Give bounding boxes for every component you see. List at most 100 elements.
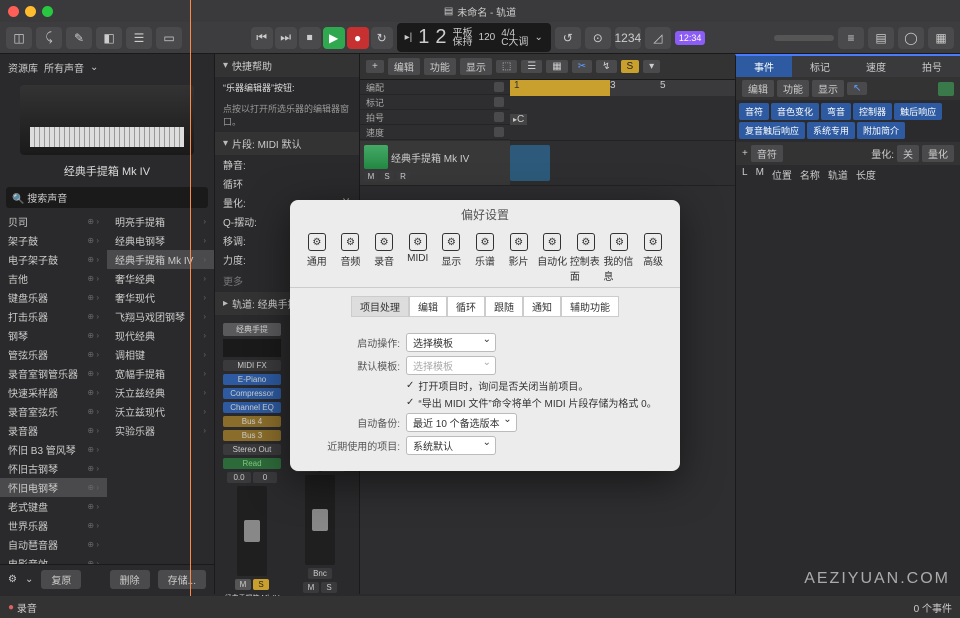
list-item[interactable]: 老式键盘⊕ ›	[0, 497, 107, 516]
track-header[interactable]: 经典手提箱 Mk IV MSR	[360, 141, 510, 185]
list-item[interactable]: 自动琶音器⊕ ›	[0, 535, 107, 554]
record-button[interactable]: ●	[347, 27, 369, 49]
playhead[interactable]	[190, 0, 191, 618]
event-filter-button[interactable]: 音符	[739, 103, 769, 120]
pointer-icon[interactable]: ↖	[847, 82, 867, 95]
play-button[interactable]: ▶	[323, 27, 345, 49]
list-item[interactable]: 快速采样器⊕ ›	[0, 383, 107, 402]
event-tab[interactable]: 标记	[792, 56, 848, 77]
view-menu[interactable]: 显示	[460, 58, 492, 75]
cycle-button[interactable]: ↻	[371, 27, 393, 49]
inspector-toggle[interactable]: ⤹	[36, 27, 62, 49]
event-filter-button[interactable]: 复音触后响应	[739, 122, 805, 139]
list-item[interactable]: 怀旧古钢琴⊕ ›	[0, 459, 107, 478]
count-in-button[interactable]: 1234	[615, 27, 641, 49]
chevron-down-icon[interactable]: ⌄	[90, 62, 98, 73]
pointer-tool[interactable]: ▾	[643, 60, 660, 73]
inspector-row[interactable]: 静音:	[215, 155, 359, 174]
list-item[interactable]: 电子架子鼓⊕ ›	[0, 250, 107, 269]
gear-icon[interactable]: ⚙	[8, 574, 17, 585]
solo-button[interactable]: S	[621, 60, 640, 73]
list-item[interactable]: 吉他⊕ ›	[0, 269, 107, 288]
add-track-button[interactable]: +	[366, 60, 384, 73]
quantize-button[interactable]: 量化	[922, 145, 954, 162]
list-item[interactable]: 沃立兹经典›	[107, 383, 214, 402]
checkbox-icon[interactable]: ✓	[406, 397, 414, 408]
list-item[interactable]: 键盘乐器⊕ ›	[0, 288, 107, 307]
smart-controls-toggle[interactable]: ◧	[96, 27, 122, 49]
event-tab[interactable]: 拍号	[904, 56, 960, 77]
pref-category[interactable]: ⚙影片	[503, 233, 535, 283]
metronome-button[interactable]: ◿	[645, 27, 671, 49]
column-header[interactable]: 名称	[800, 167, 820, 182]
pref-category[interactable]: ⚙乐谱	[469, 233, 501, 283]
list-item[interactable]: 沃立兹现代›	[107, 402, 214, 421]
pref-tab[interactable]: 通知	[523, 296, 561, 317]
pref-category[interactable]: ⚙MIDI	[402, 233, 434, 283]
pref-tab[interactable]: 辅助功能	[561, 296, 619, 317]
list-item[interactable]: 怀旧电钢琴⊕ ›	[0, 478, 107, 497]
inspector-row[interactable]: 循环	[215, 174, 359, 193]
mixer-toggle[interactable]: ☰	[126, 27, 152, 49]
forward-button[interactable]: ⏭	[275, 27, 297, 49]
list-item[interactable]: 架子鼓⊕ ›	[0, 231, 107, 250]
channel-strip-track[interactable]: 经典手提 MIDI FX E-Piano Compressor Channel …	[223, 323, 281, 603]
pref-category[interactable]: ⚙控制表面	[570, 233, 602, 283]
zoom-icon[interactable]	[42, 6, 53, 17]
replace-button[interactable]: ↺	[555, 27, 581, 49]
library-preset-list[interactable]: 明亮手提箱›经典电钢琴›经典手提箱 Mk IV›奢华经典›奢华现代›飞翔马戏团钢…	[107, 212, 214, 564]
library-filter[interactable]: 所有声音	[44, 60, 84, 75]
event-filter-button[interactable]: 系统专用	[807, 122, 855, 139]
master-volume[interactable]	[774, 35, 834, 41]
go-to-start-icon[interactable]: ▸|	[405, 32, 413, 43]
delete-button[interactable]: 删除	[110, 570, 150, 589]
list-item[interactable]: 宽幅手提箱›	[107, 364, 214, 383]
pref-category[interactable]: ⚙通用	[301, 233, 333, 283]
list-item[interactable]: 录音室钢管乐器⊕ ›	[0, 364, 107, 383]
midi-region[interactable]	[510, 145, 550, 181]
automation-icon[interactable]: ↯	[596, 60, 616, 73]
list-item[interactable]: 录音器⊕ ›	[0, 421, 107, 440]
functions-menu[interactable]: 功能	[424, 58, 456, 75]
event-filter-button[interactable]: 控制器	[853, 103, 892, 120]
startup-select[interactable]: 选择模板	[406, 333, 496, 352]
list-item[interactable]: 飞翔马戏团钢琴›	[107, 307, 214, 326]
list-item[interactable]: 贝司⊕ ›	[0, 212, 107, 231]
editors-toggle[interactable]: ▭	[156, 27, 182, 49]
event-tab[interactable]: 事件	[736, 56, 792, 77]
list-item[interactable]: 打击乐器⊕ ›	[0, 307, 107, 326]
list-item[interactable]: 管弦乐器⊕ ›	[0, 345, 107, 364]
pref-tab[interactable]: 跟随	[485, 296, 523, 317]
event-filter-button[interactable]: 附加简介	[857, 122, 905, 139]
quantize-value[interactable]: 关	[897, 145, 919, 162]
automation-row[interactable]: 拍号	[360, 110, 510, 125]
list-icon[interactable]: ☰	[521, 60, 542, 73]
pref-category[interactable]: ⚙自动化	[536, 233, 568, 283]
column-header[interactable]: 位置	[772, 167, 792, 182]
loops-button[interactable]: ◯	[898, 27, 924, 49]
pref-category[interactable]: ⚙录音	[368, 233, 400, 283]
pref-tab[interactable]: 循环	[447, 296, 485, 317]
ruler[interactable]: 1 3 5	[510, 80, 735, 96]
column-header[interactable]: L	[742, 167, 748, 182]
event-tab[interactable]: 速度	[848, 56, 904, 77]
list-item[interactable]: 电影音效⊕ ›	[0, 554, 107, 564]
automation-row[interactable]: 速度	[360, 125, 510, 140]
snap-icon[interactable]: ✂	[572, 60, 592, 73]
column-header[interactable]: 长度	[856, 167, 876, 182]
list-item[interactable]: 录音室弦乐⊕ ›	[0, 402, 107, 421]
list-editors-button[interactable]: ≡	[838, 27, 864, 49]
zoom-icon[interactable]: ⬚	[496, 60, 517, 73]
ev-edit-menu[interactable]: 编辑	[742, 80, 774, 97]
event-type-select[interactable]: 音符	[751, 145, 783, 162]
list-item[interactable]: 经典电钢琴›	[107, 231, 214, 250]
pref-tab[interactable]: 项目处理	[351, 296, 409, 317]
library-category-list[interactable]: 贝司⊕ ›架子鼓⊕ ›电子架子鼓⊕ ›吉他⊕ ›键盘乐器⊕ ›打击乐器⊕ ›钢琴…	[0, 212, 107, 564]
search-input[interactable]: 🔍 搜索声音	[6, 187, 208, 208]
backup-select[interactable]: 最近 10 个备选版本	[406, 413, 517, 432]
column-header[interactable]: 轨道	[828, 167, 848, 182]
key-marker[interactable]: ▸C	[510, 114, 527, 125]
notes-button[interactable]: ▤	[868, 27, 894, 49]
library-toggle[interactable]: ◫	[6, 27, 32, 49]
browser-button[interactable]: ▦	[928, 27, 954, 49]
